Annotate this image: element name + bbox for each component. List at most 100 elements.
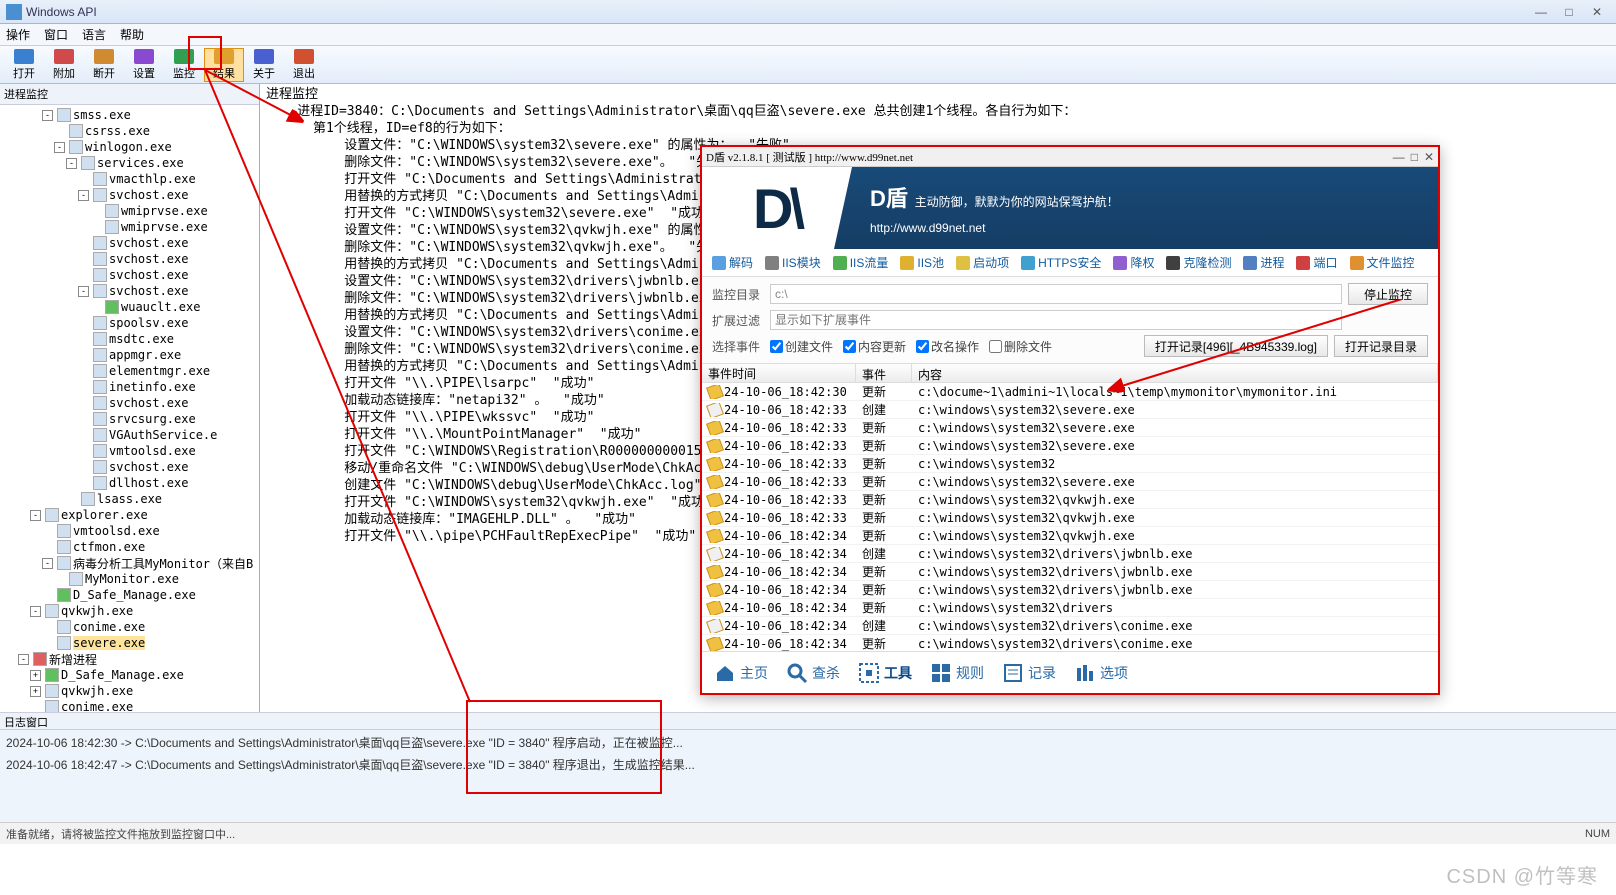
tree-item[interactable]: srvcsurg.exe [6,411,257,427]
event-row[interactable]: 24-10-06_18:42:33更新c:\windows\system32\s… [702,473,1438,491]
event-row[interactable]: 24-10-06_18:42:34更新c:\windows\system32\d… [702,635,1438,651]
exit-button[interactable]: 退出 [284,48,324,82]
dshield-tab-1[interactable]: IIS模块 [765,254,821,271]
bottom-nav-工具[interactable]: 工具 [858,662,912,684]
tree-item[interactable]: conime.exe [6,619,257,635]
expand-icon[interactable]: - [66,158,77,169]
settings-button[interactable]: 设置 [124,48,164,82]
tree-item[interactable]: +D_Safe_Manage.exe [6,667,257,683]
tree-item[interactable]: D_Safe_Manage.exe [6,587,257,603]
tree-item[interactable]: svchost.exe [6,459,257,475]
col-event[interactable]: 事件 [856,364,912,382]
tree-item[interactable]: svchost.exe [6,235,257,251]
event-row[interactable]: 24-10-06_18:42:33更新c:\windows\system32\q… [702,509,1438,527]
tree-item[interactable]: csrss.exe [6,123,257,139]
tree-item[interactable]: -qvkwjh.exe [6,603,257,619]
dshield-tab-4[interactable]: 启动项 [956,254,1009,271]
tree-item[interactable]: -smss.exe [6,107,257,123]
tree-item[interactable]: vmacthlp.exe [6,171,257,187]
event-row[interactable]: 24-10-06_18:42:34创建c:\windows\system32\d… [702,617,1438,635]
open-log-dir-button[interactable]: 打开记录目录 [1334,335,1428,357]
tree-item[interactable]: wmiprvse.exe [6,203,257,219]
tree-item[interactable]: wmiprvse.exe [6,219,257,235]
tree-item[interactable]: -svchost.exe [6,283,257,299]
tree-item[interactable]: svchost.exe [6,251,257,267]
tree-item[interactable]: elementmgr.exe [6,363,257,379]
event-row[interactable]: 24-10-06_18:42:34更新c:\windows\system32\d… [702,581,1438,599]
event-row[interactable]: 24-10-06_18:42:33更新c:\windows\system32\s… [702,437,1438,455]
tree-item[interactable]: dllhost.exe [6,475,257,491]
maximize-button[interactable]: □ [1556,4,1582,20]
tree-item[interactable]: vmtoolsd.exe [6,523,257,539]
open-log-button[interactable]: 打开记录[496][_4B945339.log] [1144,335,1328,357]
expand-icon[interactable]: + [30,670,41,681]
process-tree[interactable]: -smss.execsrss.exe-winlogon.exe-services… [0,105,259,712]
event-row[interactable]: 24-10-06_18:42:33更新c:\windows\system32\s… [702,419,1438,437]
menu-帮助[interactable]: 帮助 [120,26,144,43]
col-content[interactable]: 内容 [912,364,1438,382]
ext-input[interactable] [770,310,1342,330]
bottom-nav-查杀[interactable]: 查杀 [786,662,840,684]
event-row[interactable]: 24-10-06_18:42:33更新c:\windows\system32\q… [702,491,1438,509]
monitor-button[interactable]: 监控 [164,48,204,82]
expand-icon[interactable]: - [78,286,89,297]
attach-button[interactable]: 附加 [44,48,84,82]
filter-cb-1[interactable]: 内容更新 [843,338,906,355]
dshield-window[interactable]: D盾 v2.1.8.1 [ 测试版 ] http://www.d99net.ne… [700,145,1440,695]
event-row[interactable]: 24-10-06_18:42:34创建c:\windows\system32\d… [702,545,1438,563]
expand-icon[interactable]: - [30,510,41,521]
minimize-button[interactable]: — [1528,4,1554,20]
event-row[interactable]: 24-10-06_18:42:34更新c:\windows\system32\q… [702,527,1438,545]
menu-窗口[interactable]: 窗口 [44,26,68,43]
tree-item[interactable]: inetinfo.exe [6,379,257,395]
expand-icon[interactable]: - [42,110,53,121]
tree-item[interactable]: vmtoolsd.exe [6,443,257,459]
tree-item[interactable]: -新增进程 [6,651,257,667]
tree-item[interactable]: MyMonitor.exe [6,571,257,587]
tree-item[interactable]: svchost.exe [6,395,257,411]
dshield-tab-5[interactable]: HTTPS安全 [1021,254,1101,271]
tree-item[interactable]: severe.exe [6,635,257,651]
expand-icon[interactable]: - [78,190,89,201]
disconnect-button[interactable]: 断开 [84,48,124,82]
tree-item[interactable]: msdtc.exe [6,331,257,347]
about-button[interactable]: 关于 [244,48,284,82]
tree-item[interactable]: conime.exe [6,699,257,712]
expand-icon[interactable]: - [54,142,65,153]
tree-item[interactable]: -explorer.exe [6,507,257,523]
filter-cb-0[interactable]: 创建文件 [770,338,833,355]
dshield-tab-10[interactable]: 文件监控 [1350,254,1415,271]
tree-item[interactable]: -病毒分析工具MyMonitor（来自B [6,555,257,571]
filter-cb-3[interactable]: 删除文件 [989,338,1052,355]
event-row[interactable]: 24-10-06_18:42:34更新c:\windows\system32\d… [702,563,1438,581]
dshield-minimize[interactable]: — [1393,150,1405,164]
dshield-titlebar[interactable]: D盾 v2.1.8.1 [ 测试版 ] http://www.d99net.ne… [702,147,1438,167]
dshield-tab-0[interactable]: 解码 [712,254,753,271]
dshield-maximize[interactable]: □ [1411,150,1418,164]
event-row[interactable]: 24-10-06_18:42:34更新c:\windows\system32\d… [702,599,1438,617]
dshield-tab-6[interactable]: 降权 [1113,254,1154,271]
bottom-nav-选项[interactable]: 选项 [1074,662,1128,684]
event-row[interactable]: 24-10-06_18:42:30更新c:\docume~1\admini~1\… [702,383,1438,401]
tree-item[interactable]: +qvkwjh.exe [6,683,257,699]
expand-icon[interactable]: - [42,558,53,569]
menu-语言[interactable]: 语言 [82,26,106,43]
tree-item[interactable]: wuauclt.exe [6,299,257,315]
dshield-tab-9[interactable]: 端口 [1296,254,1337,271]
dshield-tab-8[interactable]: 进程 [1243,254,1284,271]
tree-item[interactable]: svchost.exe [6,267,257,283]
result-button[interactable]: 结果 [204,48,244,82]
bottom-nav-主页[interactable]: 主页 [714,662,768,684]
event-row[interactable]: 24-10-06_18:42:33更新c:\windows\system32 [702,455,1438,473]
tree-item[interactable]: lsass.exe [6,491,257,507]
bottom-nav-记录[interactable]: 记录 [1002,662,1056,684]
open-button[interactable]: 打开 [4,48,44,82]
dshield-tab-2[interactable]: IIS流量 [833,254,889,271]
expand-icon[interactable]: - [18,654,29,665]
dshield-table[interactable]: 24-10-06_18:42:30更新c:\docume~1\admini~1\… [702,383,1438,651]
bottom-nav-规则[interactable]: 规则 [930,662,984,684]
dir-input[interactable] [770,284,1342,304]
col-time[interactable]: 事件时间 [702,364,856,382]
stop-monitor-button[interactable]: 停止监控 [1348,283,1428,305]
tree-item[interactable]: ctfmon.exe [6,539,257,555]
